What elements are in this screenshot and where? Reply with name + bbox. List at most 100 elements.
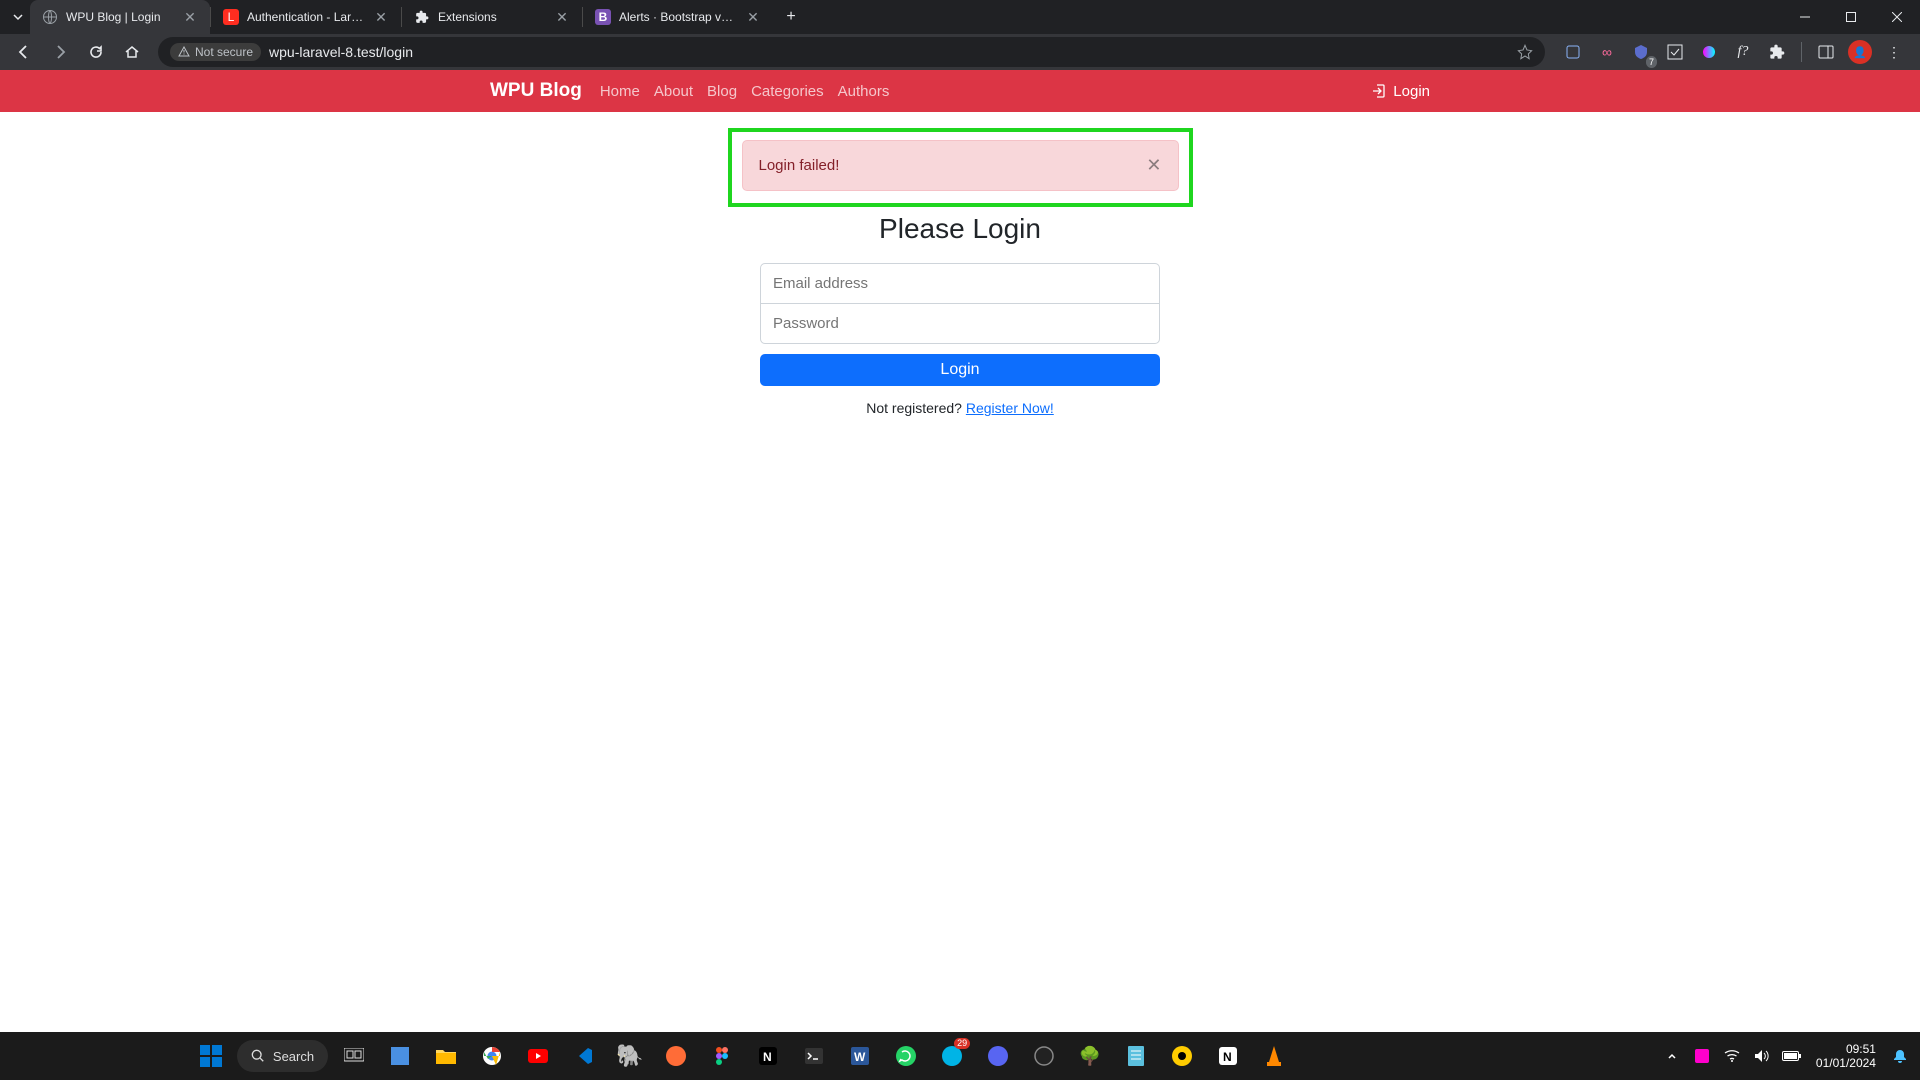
alert-message: Login failed!: [759, 157, 840, 174]
obs-icon[interactable]: [1024, 1036, 1064, 1076]
extension-icons: ∞ 7 f? 👤 ⋮: [1555, 38, 1912, 66]
nav-link-home[interactable]: Home: [600, 83, 640, 100]
maximize-button[interactable]: [1828, 0, 1874, 34]
alert-close-button[interactable]: ✕: [1146, 155, 1161, 176]
tray-app-icon[interactable]: [1690, 1040, 1714, 1072]
taskbar-app-icon[interactable]: 29: [932, 1036, 972, 1076]
nav-link-about[interactable]: About: [654, 83, 693, 100]
extensions-menu-icon[interactable]: [1763, 38, 1791, 66]
globe-icon: [42, 9, 58, 25]
figma-icon[interactable]: [702, 1036, 742, 1076]
close-window-button[interactable]: [1874, 0, 1920, 34]
tab-title: Authentication - Laravel 8.x - Th: [247, 10, 365, 24]
window-controls: [1782, 0, 1920, 34]
extension-icon[interactable]: [1559, 38, 1587, 66]
email-input[interactable]: [760, 263, 1160, 303]
word-icon[interactable]: W: [840, 1036, 880, 1076]
address-bar[interactable]: Not secure wpu-laravel-8.test/login: [158, 37, 1545, 67]
bookmark-star-icon[interactable]: [1517, 44, 1533, 60]
discord-icon[interactable]: [978, 1036, 1018, 1076]
close-icon[interactable]: ✕: [182, 9, 198, 25]
not-registered-text: Not registered?: [866, 400, 966, 416]
url-text: wpu-laravel-8.test/login: [269, 44, 413, 60]
taskbar-app-icon[interactable]: 🐘: [610, 1036, 650, 1076]
nav-login-label: Login: [1393, 83, 1430, 100]
browser-tab[interactable]: Extensions ✕: [402, 0, 582, 34]
home-button[interactable]: [116, 36, 148, 68]
side-panel-icon[interactable]: [1812, 38, 1840, 66]
back-button[interactable]: [8, 36, 40, 68]
register-link[interactable]: Register Now!: [966, 400, 1054, 416]
forward-button[interactable]: [44, 36, 76, 68]
profile-avatar[interactable]: 👤: [1846, 38, 1874, 66]
extension-icon[interactable]: [1661, 38, 1689, 66]
taskbar-app-icon[interactable]: [1162, 1036, 1202, 1076]
browser-tab[interactable]: WPU Blog | Login ✕: [30, 0, 210, 34]
wifi-icon[interactable]: [1720, 1040, 1744, 1072]
search-label: Search: [273, 1049, 314, 1064]
svg-text:W: W: [854, 1050, 866, 1064]
brand-link[interactable]: WPU Blog: [490, 80, 582, 102]
reload-button[interactable]: [80, 36, 112, 68]
windows-taskbar: Search 🐘 N W 29 🌳 N 09:51: [0, 1032, 1920, 1080]
vlc-icon[interactable]: [1254, 1036, 1294, 1076]
extension-icon[interactable]: [1695, 38, 1723, 66]
whatsapp-icon[interactable]: [886, 1036, 926, 1076]
login-button[interactable]: Login: [760, 354, 1160, 386]
search-icon: [251, 1049, 265, 1063]
tab-strip: WPU Blog | Login ✕ L Authentication - La…: [0, 0, 1920, 34]
browser-tab[interactable]: L Authentication - Laravel 8.x - Th ✕: [211, 0, 401, 34]
nav-link-categories[interactable]: Categories: [751, 83, 824, 100]
taskbar-app-icon[interactable]: 🌳: [1070, 1036, 1110, 1076]
not-secure-chip[interactable]: Not secure: [170, 43, 261, 61]
register-line: Not registered? Register Now!: [728, 400, 1193, 416]
login-heading: Please Login: [728, 213, 1193, 245]
nav-link-blog[interactable]: Blog: [707, 83, 737, 100]
taskbar-clock[interactable]: 09:51 01/01/2024: [1810, 1042, 1882, 1070]
browser-tab[interactable]: B Alerts · Bootstrap v5.3 ✕: [583, 0, 773, 34]
extension-icon[interactable]: 7: [1627, 38, 1655, 66]
terminal-icon[interactable]: [794, 1036, 834, 1076]
chrome-menu-icon[interactable]: ⋮: [1880, 38, 1908, 66]
notion-icon[interactable]: N: [1208, 1036, 1248, 1076]
nav-login-link[interactable]: Login: [1371, 83, 1430, 100]
clock-time: 09:51: [1816, 1042, 1876, 1056]
taskbar-search[interactable]: Search: [237, 1040, 328, 1072]
alert-danger: Login failed! ✕: [742, 140, 1179, 191]
youtube-icon[interactable]: [518, 1036, 558, 1076]
task-view-icon[interactable]: [334, 1036, 374, 1076]
close-icon[interactable]: ✕: [745, 9, 761, 25]
vscode-icon[interactable]: [564, 1036, 604, 1076]
tray-chevron-icon[interactable]: [1660, 1040, 1684, 1072]
separator: [1801, 42, 1802, 62]
notifications-icon[interactable]: [1888, 1040, 1912, 1072]
warning-icon: [178, 46, 190, 58]
battery-icon[interactable]: [1780, 1040, 1804, 1072]
extension-badge: 7: [1646, 56, 1657, 68]
tabs-dropdown-button[interactable]: [6, 5, 30, 29]
tab-title: WPU Blog | Login: [66, 10, 174, 24]
nav-link-authors[interactable]: Authors: [838, 83, 890, 100]
clock-date: 01/01/2024: [1816, 1056, 1876, 1070]
close-icon[interactable]: ✕: [554, 9, 570, 25]
tab-title: Extensions: [438, 10, 546, 24]
avatar-icon: 👤: [1848, 40, 1872, 64]
taskbar-app-icon[interactable]: [380, 1036, 420, 1076]
tab-title: Alerts · Bootstrap v5.3: [619, 10, 737, 24]
postman-icon[interactable]: [656, 1036, 696, 1076]
extension-icon[interactable]: f?: [1729, 38, 1757, 66]
laravel-icon: L: [223, 9, 239, 25]
password-input[interactable]: [760, 303, 1160, 344]
volume-icon[interactable]: [1750, 1040, 1774, 1072]
puzzle-icon: [414, 9, 430, 25]
notepad-icon[interactable]: [1116, 1036, 1156, 1076]
login-icon: [1371, 83, 1387, 99]
notion-icon[interactable]: N: [748, 1036, 788, 1076]
start-button[interactable]: [191, 1036, 231, 1076]
minimize-button[interactable]: [1782, 0, 1828, 34]
file-explorer-icon[interactable]: [426, 1036, 466, 1076]
chrome-icon[interactable]: [472, 1036, 512, 1076]
new-tab-button[interactable]: +: [777, 3, 805, 31]
extension-icon[interactable]: ∞: [1593, 38, 1621, 66]
close-icon[interactable]: ✕: [373, 9, 389, 25]
